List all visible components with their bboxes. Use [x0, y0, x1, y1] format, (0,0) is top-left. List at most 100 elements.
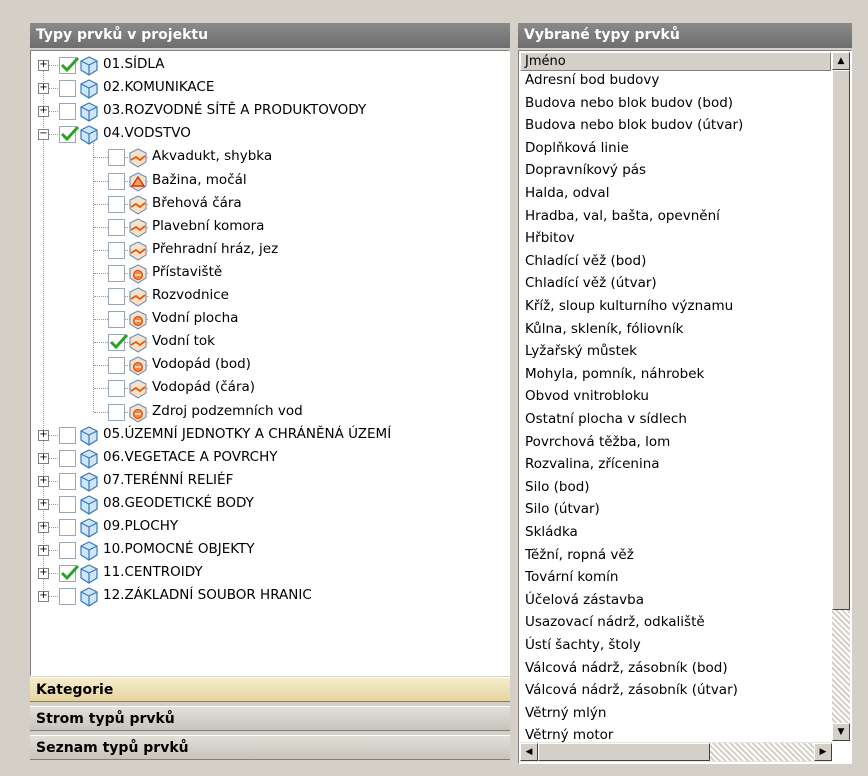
checkbox-checked[interactable]: [108, 334, 129, 352]
scroll-down-button[interactable]: ▼: [832, 723, 850, 741]
list-item[interactable]: Účelová zástavba: [525, 591, 644, 610]
tree-node-category[interactable]: − 04.VODSTVO: [31, 123, 509, 146]
list-item[interactable]: Válcová nádrž, zásobník (útvar): [525, 681, 738, 700]
feature-type-tree[interactable]: +01.SÍDLA +02.KOMUNIKACE +03.ROZVODNÉ SÍTĚ…: [30, 50, 510, 676]
checkbox-unchecked[interactable]: [108, 149, 125, 167]
list-item[interactable]: Kříž, sloup kulturního významu: [525, 297, 733, 316]
vertical-scrollbar[interactable]: ▲ ▼: [832, 52, 850, 741]
list-item[interactable]: Rozvalina, zřícenina: [525, 455, 660, 474]
expand-toggle[interactable]: +: [38, 522, 49, 533]
checkbox-checked[interactable]: [59, 56, 80, 74]
hscroll-thumb[interactable]: [538, 743, 710, 761]
scroll-track[interactable]: [832, 610, 850, 723]
checkbox-unchecked[interactable]: [59, 495, 76, 513]
tree-node-feature-type[interactable]: Vodopád (čára): [31, 377, 509, 400]
list-item[interactable]: Hradba, val, bašta, opevnění: [525, 207, 720, 226]
tree-node-category[interactable]: +05.ÚZEMNÍ JEDNOTKY A CHRÁNĚNÁ ÚZEMÍ: [31, 424, 509, 447]
tree-node-category[interactable]: +12.ZÁKLADNÍ SOUBOR HRANIC: [31, 585, 509, 608]
tree-node-category[interactable]: +09.PLOCHY: [31, 516, 509, 539]
list-item[interactable]: Doplňková linie: [525, 139, 629, 158]
tree-node-category[interactable]: +02.KOMUNIKACE: [31, 77, 509, 100]
expand-toggle[interactable]: −: [38, 129, 49, 141]
checkbox-unchecked[interactable]: [108, 195, 125, 213]
expand-toggle[interactable]: +: [38, 106, 49, 118]
tree-node-category[interactable]: +10.POMOCNÉ OBJEKTY: [31, 539, 509, 562]
list-item[interactable]: Obvod vnitrobloku: [525, 387, 649, 406]
list-item[interactable]: Silo (bod): [525, 478, 590, 497]
list-item[interactable]: Halda, odval: [525, 184, 609, 203]
tree-node-feature-type[interactable]: Vodní tok: [31, 331, 509, 354]
expand-toggle[interactable]: +: [38, 568, 49, 580]
tree-node-feature-type[interactable]: Bažina, močál: [31, 170, 509, 193]
tree-node-category[interactable]: +07.TERÉNNÍ RELIÉF: [31, 470, 509, 493]
checkbox-checked[interactable]: [59, 565, 80, 583]
tree-node-feature-type[interactable]: Vodopád (bod): [31, 354, 509, 377]
checkbox-unchecked[interactable]: [59, 426, 76, 444]
list-item[interactable]: Ústí šachty, štoly: [525, 636, 641, 655]
tree-node-feature-type[interactable]: Přístaviště: [31, 262, 509, 285]
list-item[interactable]: Adresní bod budovy: [525, 71, 659, 90]
checkbox-unchecked[interactable]: [108, 218, 125, 236]
scroll-right-button[interactable]: ▶: [814, 743, 832, 761]
checkbox-unchecked[interactable]: [108, 288, 125, 305]
horizontal-scrollbar[interactable]: ◀ ▶: [520, 742, 832, 762]
list-item[interactable]: Skládka: [525, 523, 578, 542]
checkbox-unchecked[interactable]: [59, 542, 76, 560]
tree-node-feature-type[interactable]: Rozvodnice: [31, 285, 509, 308]
list-item[interactable]: Těžní, ropná věž: [525, 546, 634, 565]
selected-types-list[interactable]: Jméno Adresní bod budovy Budova nebo blok…: [518, 50, 852, 764]
list-item[interactable]: Hřbitov: [525, 229, 575, 248]
list-item[interactable]: Mohyla, pomník, náhrobek: [525, 365, 704, 384]
checkbox-unchecked[interactable]: [108, 172, 125, 190]
checkbox-unchecked[interactable]: [59, 80, 76, 98]
tree-node-feature-type[interactable]: Vodní plocha: [31, 308, 509, 331]
list-item[interactable]: Budova nebo blok budov (útvar): [525, 116, 743, 135]
list-item[interactable]: Kůlna, skleník, fóliovník: [525, 320, 683, 339]
checkbox-unchecked[interactable]: [59, 588, 76, 606]
tree-node-category[interactable]: +03.ROZVODNÉ SÍTĚ A PRODUKTOVODY: [31, 100, 509, 123]
expand-toggle[interactable]: +: [38, 545, 49, 557]
list-item[interactable]: Silo (útvar): [525, 500, 600, 519]
checkbox-unchecked[interactable]: [108, 241, 125, 259]
list-item[interactable]: Usazovací nádrž, odkaliště: [525, 613, 705, 632]
navigator-bar-type-tree[interactable]: Strom typů prvků: [30, 706, 510, 731]
list-item[interactable]: Dopravníkový pás: [525, 161, 646, 180]
list-item[interactable]: Lyžařský můstek: [525, 342, 637, 361]
checkbox-unchecked[interactable]: [59, 103, 76, 121]
list-item[interactable]: Budova nebo blok budov (bod): [525, 94, 733, 113]
tree-node-feature-type[interactable]: Zdroj podzemních vod: [31, 401, 509, 424]
list-item[interactable]: Ostatní plocha v sídlech: [525, 410, 687, 429]
expand-toggle[interactable]: +: [38, 429, 49, 441]
tree-node-feature-type[interactable]: Plavební komora: [31, 216, 509, 239]
tree-node-category[interactable]: +01.SÍDLA: [31, 54, 509, 77]
tree-node-feature-type[interactable]: Akvadukt, shybka: [31, 146, 509, 169]
navigator-bar-categories[interactable]: Kategorie: [30, 677, 510, 702]
tree-node-feature-type[interactable]: Břehová čára: [31, 193, 509, 216]
list-item[interactable]: Větrný mlýn: [525, 704, 606, 723]
checkbox-unchecked[interactable]: [108, 380, 125, 398]
checkbox-unchecked[interactable]: [59, 519, 76, 536]
expand-toggle[interactable]: +: [38, 60, 49, 71]
scroll-thumb[interactable]: [832, 70, 850, 610]
tree-node-category[interactable]: +06.VEGETACE A POVRCHY: [31, 447, 509, 470]
list-item[interactable]: Povrchová těžba, lom: [525, 433, 670, 452]
expand-toggle[interactable]: +: [38, 452, 49, 464]
checkbox-unchecked[interactable]: [59, 472, 76, 490]
expand-toggle[interactable]: +: [38, 591, 49, 603]
list-item[interactable]: Chladící věž (útvar): [525, 274, 657, 293]
checkbox-unchecked[interactable]: [108, 403, 125, 421]
checkbox-unchecked[interactable]: [108, 311, 125, 329]
tree-node-feature-type[interactable]: Přehradní hráz, jez: [31, 239, 509, 262]
checkbox-unchecked[interactable]: [59, 449, 76, 467]
column-header-name[interactable]: Jméno: [520, 52, 831, 71]
tree-node-category[interactable]: +08.GEODETICKÉ BODY: [31, 493, 509, 516]
scroll-up-button[interactable]: ▲: [832, 52, 850, 70]
scroll-left-button[interactable]: ◀: [520, 743, 538, 761]
list-item[interactable]: Válcová nádrž, zásobník (bod): [525, 659, 728, 678]
navigator-bar-type-list[interactable]: Seznam typů prvků: [30, 735, 510, 760]
checkbox-unchecked[interactable]: [108, 357, 125, 375]
checkbox-unchecked[interactable]: [108, 264, 125, 282]
expand-toggle[interactable]: +: [38, 83, 49, 95]
list-item[interactable]: Chladící věž (bod): [525, 252, 646, 271]
hscroll-track[interactable]: [710, 743, 814, 761]
